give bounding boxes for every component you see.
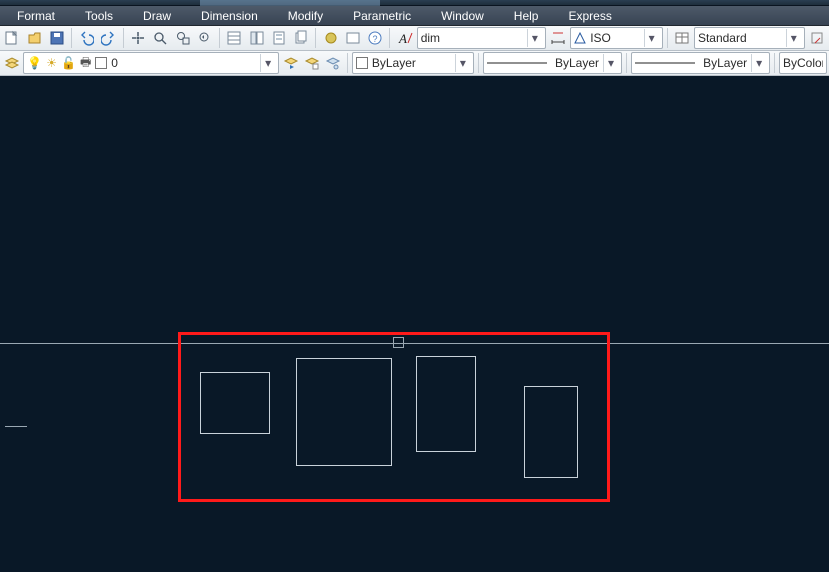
- separator: [626, 53, 627, 73]
- lineweight-combo[interactable]: ByLayer ▾: [631, 52, 770, 74]
- layer-manager-icon[interactable]: [2, 52, 21, 74]
- svg-text:?: ?: [373, 34, 378, 44]
- separator: [347, 53, 348, 73]
- layer-states-icon[interactable]: [302, 52, 321, 74]
- lineweight-sample-icon: [635, 59, 695, 67]
- separator: [315, 28, 316, 48]
- menu-tools[interactable]: Tools: [70, 6, 128, 26]
- toolbar-overflow-icon[interactable]: [343, 27, 363, 49]
- layer-value: 0: [111, 56, 256, 70]
- layer-previous-icon[interactable]: [281, 52, 300, 74]
- menu-draw[interactable]: Draw: [128, 6, 186, 26]
- zoom-window-icon[interactable]: [172, 27, 192, 49]
- printer-icon: 🖶: [80, 53, 91, 74]
- chevron-down-icon[interactable]: ▾: [603, 54, 618, 72]
- redo-icon[interactable]: [98, 27, 118, 49]
- tool-palettes-icon[interactable]: [269, 27, 289, 49]
- color-combo[interactable]: ByLayer ▾: [352, 52, 474, 74]
- menu-parametric[interactable]: Parametric: [338, 6, 426, 26]
- menu-format[interactable]: Format: [2, 6, 70, 26]
- titlebar-sliver: [0, 0, 829, 6]
- separator: [123, 28, 124, 48]
- separator: [667, 28, 668, 48]
- tablestyle-icon[interactable]: [672, 27, 692, 49]
- menu-help[interactable]: Help: [499, 6, 554, 26]
- pan-icon[interactable]: [128, 27, 148, 49]
- chevron-down-icon[interactable]: ▾: [527, 29, 542, 47]
- chevron-down-icon[interactable]: ▾: [455, 54, 470, 72]
- tablestyle-value: Standard: [698, 31, 782, 45]
- sun-icon: ☀: [46, 56, 57, 70]
- tablestyle-more-icon[interactable]: [807, 27, 827, 49]
- open-icon[interactable]: [24, 27, 44, 49]
- menu-bar: Format Tools Draw Dimension Modify Param…: [0, 6, 829, 26]
- plotstyle-value: ByColor: [783, 56, 823, 70]
- separator: [478, 53, 479, 73]
- design-center-icon[interactable]: [246, 27, 266, 49]
- zoom-previous-icon[interactable]: [195, 27, 215, 49]
- sheet-set-icon[interactable]: [291, 27, 311, 49]
- textstyle-combo[interactable]: dim ▾: [417, 27, 546, 49]
- layer-combo[interactable]: 💡 ☀ 🔓 🖶 0 ▾: [23, 52, 279, 74]
- textstyle-icon[interactable]: A: [394, 27, 414, 49]
- undo-icon[interactable]: [76, 27, 96, 49]
- layer-match-icon[interactable]: [324, 52, 343, 74]
- save-icon[interactable]: [47, 27, 67, 49]
- lock-open-icon: 🔓: [61, 56, 76, 70]
- dimstyle-combo[interactable]: ISO ▾: [570, 27, 662, 49]
- toolbar-row-1: ? A dim ▾ ISO ▾ Standard ▾: [0, 26, 829, 51]
- model-space-canvas[interactable]: [0, 76, 829, 572]
- annotation-highlight-box: [178, 332, 610, 502]
- dimstyle-icon[interactable]: [548, 27, 568, 49]
- separator: [774, 53, 775, 73]
- chevron-down-icon[interactable]: ▾: [751, 54, 766, 72]
- properties-icon[interactable]: [224, 27, 244, 49]
- chevron-down-icon[interactable]: ▾: [786, 29, 801, 47]
- lightbulb-icon: 💡: [27, 56, 42, 70]
- separator: [389, 28, 390, 48]
- render-icon[interactable]: [320, 27, 340, 49]
- linetype-combo[interactable]: ByLayer ▾: [483, 52, 622, 74]
- tablestyle-combo[interactable]: Standard ▾: [694, 27, 805, 49]
- help-icon[interactable]: ?: [365, 27, 385, 49]
- color-value: ByLayer: [372, 56, 451, 70]
- zoom-realtime-icon[interactable]: [150, 27, 170, 49]
- textstyle-value: dim: [421, 31, 523, 45]
- toolbar-row-2: 💡 ☀ 🔓 🖶 0 ▾ ByLayer ▾ ByLayer ▾ ByLayer …: [0, 51, 829, 76]
- separator: [219, 28, 220, 48]
- crosshair-left-stub: [5, 426, 27, 427]
- chevron-down-icon[interactable]: ▾: [260, 54, 275, 72]
- separator: [71, 28, 72, 48]
- menu-window[interactable]: Window: [426, 6, 499, 26]
- chevron-down-icon[interactable]: ▾: [644, 29, 659, 47]
- linetype-sample-icon: [487, 59, 547, 67]
- bylayer-swatch: [356, 57, 368, 69]
- menu-dimension[interactable]: Dimension: [186, 6, 273, 26]
- menu-express[interactable]: Express: [553, 6, 626, 26]
- dimstyle-value: ISO: [590, 31, 639, 45]
- new-icon[interactable]: [2, 27, 22, 49]
- menu-modify[interactable]: Modify: [273, 6, 338, 26]
- triangle-icon: [574, 32, 586, 44]
- linetype-value: ByLayer: [551, 56, 599, 70]
- plotstyle-combo[interactable]: ByColor: [779, 52, 827, 74]
- svg-text:A: A: [398, 31, 407, 46]
- lineweight-value: ByLayer: [699, 56, 747, 70]
- layer-color-swatch: [95, 57, 107, 69]
- titlebar-segment: [200, 0, 380, 6]
